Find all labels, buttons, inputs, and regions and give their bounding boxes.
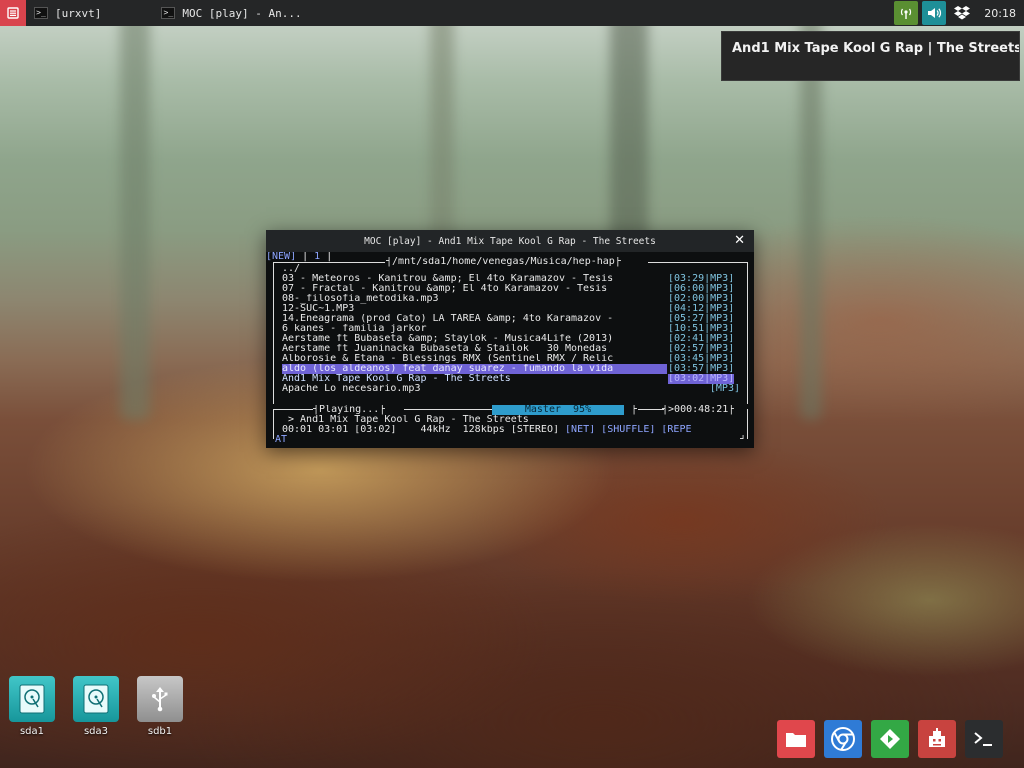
playback-state: ┤Playing...├ (313, 405, 386, 415)
dock-terminal[interactable] (965, 720, 1003, 758)
list-item-time: [MP3] (709, 384, 740, 394)
desktop-icon-label: sda1 (19, 726, 45, 737)
list-item[interactable]: 03 - Meteoros - Kanitrou &amp; El 4to Ka… (282, 274, 667, 284)
taskbar-item-moc[interactable]: >_ MOC [play] - An... (153, 0, 309, 26)
list-item-selected[interactable]: aldo (los aldeanos) feat danay suarez - … (282, 364, 667, 374)
list-item[interactable]: Aerstame ft Bubaseta &amp; Staylok - Mus… (282, 334, 667, 344)
dock-file-manager[interactable] (777, 720, 815, 758)
list-item[interactable]: 14.Eneagrama (prod Cato) LA TAREA &amp; … (282, 314, 667, 324)
robot-icon (929, 728, 945, 747)
list-item[interactable]: Aerstame ft Juaninacka Bubaseta & Stailo… (282, 344, 667, 354)
system-tray: 20:18 (890, 0, 1024, 26)
terminal-icon: >_ (161, 7, 176, 19)
terminal-icon (974, 732, 992, 746)
dock-package-manager[interactable] (918, 720, 956, 758)
network-button[interactable] (894, 1, 919, 25)
tab-line: [NEW] | 1 | (266, 252, 333, 262)
list-item-time: [02:57|MP3] (668, 344, 735, 354)
now-playing-line: > And1 Mix Tape Kool G Rap - The Streets (288, 415, 529, 425)
frame-line (747, 409, 748, 439)
hard-disk-icon (9, 676, 55, 722)
dropbox-button[interactable] (950, 1, 974, 25)
list-item-time: [02:00|MP3] (668, 294, 735, 304)
tab-new[interactable]: [NEW] (266, 252, 296, 262)
list-item-time: [10:51|MP3] (668, 324, 735, 334)
moc-terminal-window[interactable]: MOC [play] - And1 Mix Tape Kool G Rap - … (266, 230, 754, 448)
timing-line: 00:01 03:01 [03:02] 44kHz 128kbps [STERE… (282, 425, 692, 435)
frame-line (273, 262, 385, 263)
wireless-icon (901, 8, 912, 19)
window-title: MOC [play] - And1 Mix Tape Kool G Rap - … (364, 235, 656, 247)
stereo-flag: [STEREO] (510, 425, 559, 435)
repeat-flag: [REPE (661, 425, 692, 435)
list-item-playing[interactable]: And1 Mix Tape Kool G Rap - The Streets (282, 374, 667, 384)
list-item-time: [04:12|MP3] (668, 304, 735, 314)
frame-line: ├ (631, 405, 638, 415)
total-time: ┤>000:48:21├ (662, 405, 735, 415)
list-item-time: [02:41|MP3] (668, 334, 735, 344)
taskbar-item-label: [urxvt] (55, 6, 102, 20)
frame-line (273, 409, 274, 439)
volume-button[interactable] (922, 1, 947, 25)
now-playing-notification[interactable]: And1 Mix Tape Kool G Rap | The Streets (721, 31, 1020, 81)
menu-icon (7, 7, 19, 19)
desktop-icon-sda3[interactable]: sda3 (72, 676, 120, 737)
list-item[interactable]: Apache Lo necesario.mp3 (282, 384, 667, 394)
list-item-parent[interactable]: ../ (282, 264, 300, 274)
speaker-icon (928, 8, 942, 18)
frame-line (747, 262, 748, 404)
desktop-icon-label: sda3 (83, 726, 109, 737)
net-flag: [NET] (565, 425, 596, 435)
terminal-icon: >_ (34, 7, 48, 19)
folder-icon (786, 733, 806, 747)
dropbox-icon (954, 6, 971, 20)
list-item[interactable]: 6 kanes - familia jarkor (282, 324, 667, 334)
window-titlebar[interactable]: MOC [play] - And1 Mix Tape Kool G Rap - … (266, 230, 754, 252)
mixer-bar[interactable]: Master 95% (492, 405, 624, 415)
usb-icon (137, 676, 183, 722)
sample-rate: 44kHz (420, 425, 451, 435)
dock-browser[interactable] (824, 720, 862, 758)
directory-path: ┤/mnt/sda1/home/venegas/Música/hep-hap├ (386, 257, 621, 267)
desktop-icon-label: sdb1 (147, 726, 173, 737)
taskbar-item-urxvt[interactable]: >_ [urxvt] (26, 0, 109, 26)
timing: 00:01 03:01 [03:02] (282, 425, 397, 435)
app-menu-button[interactable] (0, 0, 26, 26)
frame-line (273, 409, 313, 410)
list-item-time: [03:29|MP3] (668, 274, 735, 284)
desktop-icon-sda1[interactable]: sda1 (8, 676, 56, 737)
list-item-time: [06:00|MP3] (668, 284, 735, 294)
shuffle-flag: [SHUFFLE] (601, 425, 656, 435)
frame-line (648, 262, 748, 263)
list-item-time: [03:57|MP3] (668, 364, 735, 374)
frame-corner: ┘ (740, 435, 747, 445)
list-item[interactable]: 12-SUC~1.MP3 (282, 304, 667, 314)
repeat-flag-wrap: AT (275, 435, 288, 445)
play-icon (880, 729, 900, 749)
desktop-icon-sdb1[interactable]: sdb1 (136, 676, 184, 737)
dock-media-player[interactable] (871, 720, 909, 758)
list-item-time: [05:27|MP3] (668, 314, 735, 324)
mixer-label: Master 95% (524, 404, 592, 415)
list-item[interactable]: 07 - Fractal - Kanitrou &amp; El 4to Kar… (282, 284, 667, 294)
frame-line (404, 409, 492, 410)
list-item[interactable]: Alborosie & Etana - Blessings RMX (Senti… (282, 354, 667, 364)
close-icon[interactable]: ✕ (734, 233, 745, 248)
clock[interactable]: 20:18 (974, 7, 1024, 20)
taskbar-item-label: MOC [play] - An... (182, 6, 302, 20)
chromium-icon (831, 727, 855, 751)
top-panel: >_ [urxvt] >_ MOC [play] - An... 20:18 (0, 0, 1024, 26)
background-tree (120, 0, 150, 420)
hard-disk-icon (73, 676, 119, 722)
frame-line (638, 409, 664, 410)
list-item[interactable]: 08-_filosofia_metodika.mp3 (282, 294, 667, 304)
list-item-time: [03:45|MP3] (668, 354, 735, 364)
frame-line (273, 262, 274, 404)
moc-screen[interactable]: [NEW] | 1 | ┤/mnt/sda1/home/venegas/Músi… (266, 252, 754, 448)
notification-text: And1 Mix Tape Kool G Rap | The Streets (732, 41, 1020, 56)
list-item-time: [03:02|MP3] (668, 374, 735, 384)
bitrate: 128kbps (462, 425, 505, 435)
